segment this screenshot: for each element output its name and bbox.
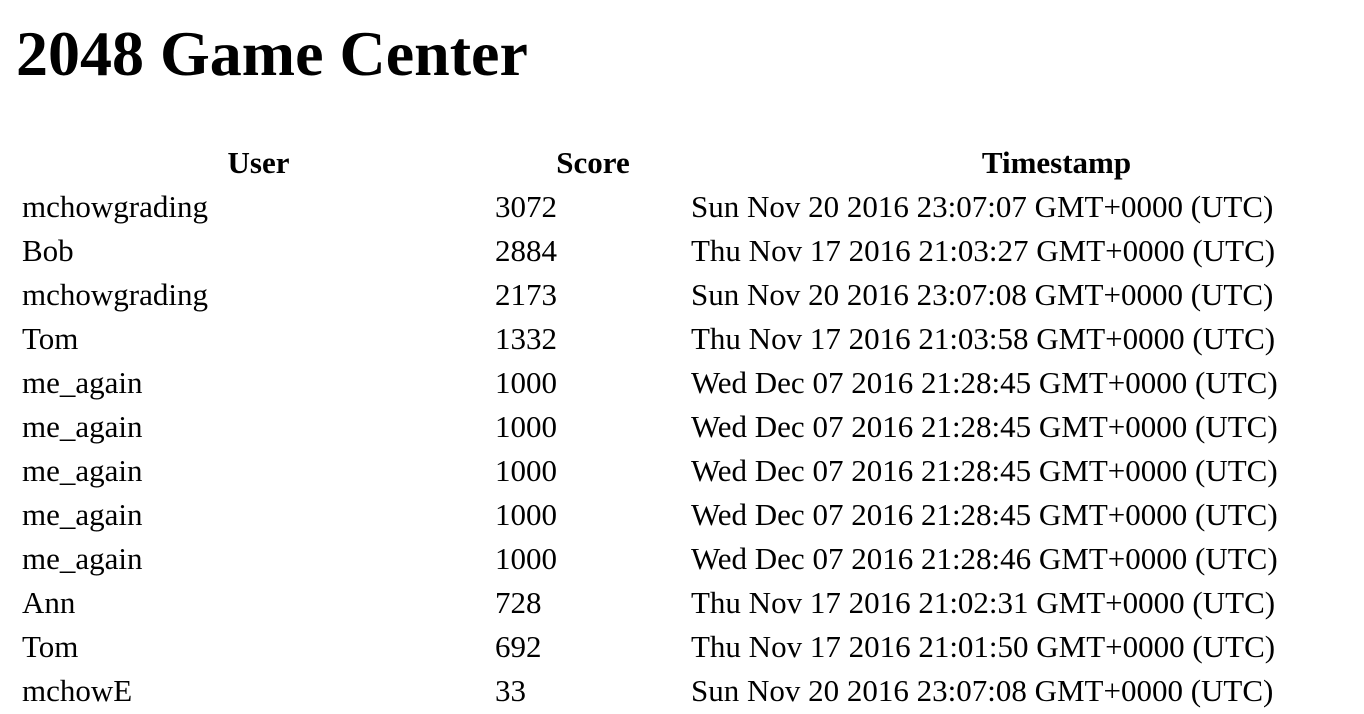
- cell-timestamp: Sun Nov 20 2016 23:07:08 GMT+0000 (UTC): [691, 277, 1274, 312]
- cell-timestamp: Thu Nov 17 2016 21:03:58 GMT+0000 (UTC): [691, 321, 1276, 356]
- cell-timestamp: Wed Dec 07 2016 21:28:46 GMT+0000 (UTC): [691, 541, 1278, 576]
- table-row: me_again 1000 Wed Dec 07 2016 21:28:45 G…: [22, 493, 1364, 537]
- column-header-timestamp: Timestamp: [981, 145, 1132, 180]
- cell-score: 1000: [495, 541, 557, 576]
- cell-score: 692: [495, 629, 542, 664]
- cell-timestamp: Wed Dec 07 2016 21:28:45 GMT+0000 (UTC): [691, 453, 1278, 488]
- cell-user: me_again: [22, 365, 143, 400]
- table-row: me_again 1000 Wed Dec 07 2016 21:28:45 G…: [22, 449, 1364, 493]
- column-header-score: Score: [556, 145, 630, 180]
- table-header-row: User Score Timestamp: [22, 141, 1364, 185]
- cell-user: mchowgrading: [22, 277, 208, 312]
- cell-score: 2173: [495, 277, 557, 312]
- table-row: Ann 728 Thu Nov 17 2016 21:02:31 GMT+000…: [22, 581, 1364, 625]
- cell-timestamp: Thu Nov 17 2016 21:03:27 GMT+0000 (UTC): [691, 233, 1276, 268]
- cell-score: 1332: [495, 321, 557, 356]
- table-row: Tom 1332 Thu Nov 17 2016 21:03:58 GMT+00…: [22, 317, 1364, 361]
- cell-user: Bob: [22, 233, 74, 268]
- table-row: mchowE 33 Sun Nov 20 2016 23:07:08 GMT+0…: [22, 669, 1364, 713]
- cell-score: 1000: [495, 453, 557, 488]
- cell-user: me_again: [22, 497, 143, 532]
- table-body: mchowgrading 3072 Sun Nov 20 2016 23:07:…: [22, 185, 1364, 713]
- cell-user: mchowgrading: [22, 189, 208, 224]
- column-header-user: User: [227, 145, 290, 180]
- cell-user: me_again: [22, 453, 143, 488]
- cell-score: 1000: [495, 497, 557, 532]
- cell-score: 728: [495, 585, 542, 620]
- cell-user: mchowE: [22, 673, 133, 708]
- cell-timestamp: Wed Dec 07 2016 21:28:45 GMT+0000 (UTC): [691, 497, 1278, 532]
- cell-user: me_again: [22, 409, 143, 444]
- table-row: me_again 1000 Wed Dec 07 2016 21:28:46 G…: [22, 537, 1364, 581]
- table-row: Bob 2884 Thu Nov 17 2016 21:03:27 GMT+00…: [22, 229, 1364, 273]
- cell-user: Tom: [22, 629, 79, 664]
- cell-score: 2884: [495, 233, 557, 268]
- cell-score: 1000: [495, 409, 557, 444]
- cell-timestamp: Thu Nov 17 2016 21:01:50 GMT+0000 (UTC): [691, 629, 1276, 664]
- cell-score: 33: [495, 673, 526, 708]
- cell-user: Ann: [22, 585, 76, 620]
- table-row: me_again 1000 Wed Dec 07 2016 21:28:45 G…: [22, 361, 1364, 405]
- cell-timestamp: Wed Dec 07 2016 21:28:45 GMT+0000 (UTC): [691, 365, 1278, 400]
- cell-timestamp: Wed Dec 07 2016 21:28:45 GMT+0000 (UTC): [691, 409, 1278, 444]
- table-row: me_again 1000 Wed Dec 07 2016 21:28:45 G…: [22, 405, 1364, 449]
- cell-timestamp: Sun Nov 20 2016 23:07:08 GMT+0000 (UTC): [691, 673, 1274, 708]
- cell-user: Tom: [22, 321, 79, 356]
- table-row: mchowgrading 3072 Sun Nov 20 2016 23:07:…: [22, 185, 1364, 229]
- cell-timestamp: Thu Nov 17 2016 21:02:31 GMT+0000 (UTC): [691, 585, 1276, 620]
- cell-score: 3072: [495, 189, 557, 224]
- cell-score: 1000: [495, 365, 557, 400]
- cell-user: me_again: [22, 541, 143, 576]
- scores-table: User Score Timestamp mchowgrading 3072 S…: [22, 141, 1364, 713]
- page-title: 2048 Game Center: [16, 18, 528, 89]
- page: 2048 Game Center User Score Timestamp mc…: [0, 0, 1364, 714]
- table-row: Tom 692 Thu Nov 17 2016 21:01:50 GMT+000…: [22, 625, 1364, 669]
- table-row: mchowgrading 2173 Sun Nov 20 2016 23:07:…: [22, 273, 1364, 317]
- cell-timestamp: Sun Nov 20 2016 23:07:07 GMT+0000 (UTC): [691, 189, 1274, 224]
